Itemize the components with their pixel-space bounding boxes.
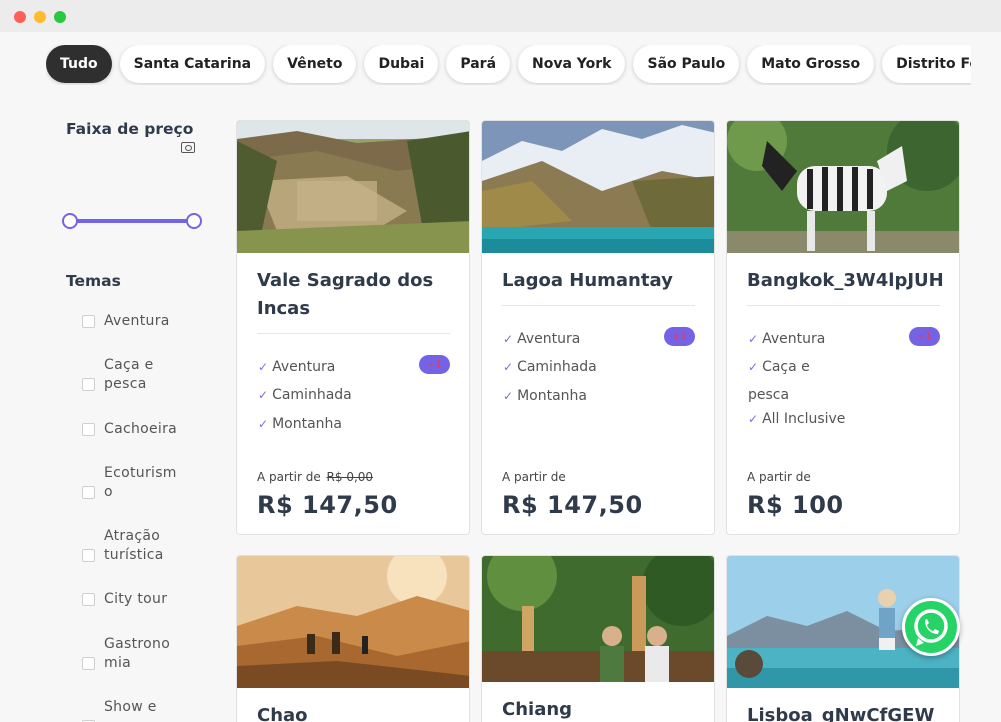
theme-label: Ecoturismo bbox=[104, 465, 177, 500]
feature-item: ✓ Caminhada bbox=[503, 359, 597, 375]
tour-title: Chiang bbox=[502, 699, 573, 720]
minimize-window-button[interactable] bbox=[34, 11, 46, 23]
more-themes-badge[interactable]: +1 bbox=[419, 355, 450, 374]
theme-label: City tour bbox=[104, 591, 168, 607]
tour-image bbox=[482, 121, 714, 253]
tour-card[interactable]: Vale Sagrado dos Incas +1 ✓ Aventura ✓ Cam… bbox=[236, 120, 470, 535]
checkbox[interactable] bbox=[82, 315, 95, 328]
theme-label: Gastronomia bbox=[104, 636, 171, 671]
feature-item: ✓ Montanha bbox=[258, 416, 342, 432]
more-themes-badge[interactable]: +1 bbox=[664, 327, 695, 346]
tour-title: Vale Sagrado dos Incas bbox=[257, 270, 434, 319]
checkbox[interactable] bbox=[82, 378, 95, 391]
theme-label: Caça e pesca bbox=[104, 357, 154, 392]
theme-option-caca-e-pesca[interactable]: Caça e pesca bbox=[82, 356, 202, 396]
tour-card[interactable]: Lagoa Humantay +1 ✓ Aventura ✓ Caminhada ✓… bbox=[481, 120, 715, 535]
theme-option-gastronomia[interactable]: Gastronomia bbox=[82, 635, 202, 675]
title-bar bbox=[0, 0, 1001, 32]
check-icon: ✓ bbox=[503, 332, 514, 346]
price-from-label: A partir de bbox=[747, 470, 811, 484]
check-icon: ✓ bbox=[748, 332, 759, 346]
chip-tudo[interactable]: Tudo bbox=[46, 45, 112, 83]
checkbox[interactable] bbox=[82, 423, 95, 436]
page-content: Tudo Santa Catarina Vêneto Dubai Pará Nova Yo… bbox=[0, 32, 1001, 722]
theme-option-show[interactable]: Show e bbox=[82, 698, 202, 722]
chip-distrito-federal[interactable]: Distrito Federal bbox=[882, 45, 971, 83]
money-icon bbox=[181, 142, 195, 153]
checkbox[interactable] bbox=[82, 549, 95, 562]
feature-item: ✓ Caminhada bbox=[258, 387, 352, 403]
feature-item: ✓ All Inclusive bbox=[748, 411, 846, 427]
tour-card[interactable]: Chao bbox=[236, 555, 470, 722]
chip-veneto[interactable]: Vêneto bbox=[273, 45, 357, 83]
maximize-window-button[interactable] bbox=[54, 11, 66, 23]
check-icon: ✓ bbox=[748, 412, 759, 426]
chip-santa-catarina[interactable]: Santa Catarina bbox=[119, 45, 266, 83]
filter-sidebar: Faixa de preço Temas Aventura Caça e pes… bbox=[62, 120, 206, 722]
chip-nova-york[interactable]: Nova York bbox=[518, 45, 626, 83]
whatsapp-icon bbox=[914, 609, 948, 646]
divider bbox=[502, 305, 695, 306]
whatsapp-button[interactable] bbox=[902, 598, 960, 656]
tour-card[interactable]: Bangkok_3W4lpJUH +1 ✓ Aventura ✓ Caça e pe… bbox=[726, 120, 960, 535]
check-icon: ✓ bbox=[258, 388, 269, 402]
theme-option-city-tour[interactable]: City tour bbox=[82, 590, 202, 610]
checkbox[interactable] bbox=[82, 593, 95, 606]
chip-mato-grosso[interactable]: Mato Grosso bbox=[747, 45, 875, 83]
destination-filter-bar: Tudo Santa Catarina Vêneto Dubai Pará Nova Yo… bbox=[46, 45, 971, 85]
feature-item: ✓ Aventura bbox=[748, 331, 826, 347]
themes-title: Temas bbox=[66, 272, 121, 290]
price-from-label: A partir de R$ 0,00 bbox=[257, 470, 374, 484]
theme-option-atracao-turistica[interactable]: Atração turística bbox=[82, 527, 202, 567]
theme-option-cachoeira[interactable]: Cachoeira bbox=[82, 420, 202, 440]
price-range-title: Faixa de preço bbox=[66, 120, 194, 138]
tour-image bbox=[727, 121, 959, 253]
theme-label: Cachoeira bbox=[104, 421, 178, 437]
tour-title: Lagoa Humantay bbox=[502, 270, 673, 291]
tour-image bbox=[482, 556, 714, 682]
theme-label: Atração turística bbox=[104, 528, 164, 563]
checkbox[interactable] bbox=[82, 486, 95, 499]
feature-item: ✓ Aventura bbox=[258, 359, 336, 375]
tour-title: Bangkok_3W4lpJUH bbox=[747, 270, 944, 291]
feature-item: ✓ Montanha bbox=[503, 388, 587, 404]
theme-option-ecoturismo[interactable]: Ecoturismo bbox=[82, 464, 202, 504]
check-icon: ✓ bbox=[748, 360, 759, 374]
tour-image bbox=[237, 121, 469, 253]
browser-window: Tudo Santa Catarina Vêneto Dubai Pará Nova Yo… bbox=[0, 0, 1001, 722]
theme-label: Show e bbox=[104, 699, 157, 715]
tour-card[interactable]: Chiang bbox=[481, 555, 715, 722]
close-window-button[interactable] bbox=[14, 11, 26, 23]
feature-item: ✓ Caça e pesca bbox=[748, 359, 810, 403]
check-icon: ✓ bbox=[258, 360, 269, 374]
slider-min-handle[interactable] bbox=[62, 213, 78, 229]
chip-para[interactable]: Pará bbox=[446, 45, 511, 83]
price-range-slider[interactable] bbox=[62, 212, 202, 230]
price-from-label: A partir de bbox=[502, 470, 566, 484]
feature-item: ✓ Aventura bbox=[503, 331, 581, 347]
slider-track bbox=[70, 219, 190, 223]
old-price: R$ 0,00 bbox=[326, 470, 374, 484]
tour-price: R$ 147,50 bbox=[257, 491, 398, 519]
tour-price: R$ 147,50 bbox=[502, 491, 643, 519]
check-icon: ✓ bbox=[503, 360, 514, 374]
slider-max-handle[interactable] bbox=[186, 213, 202, 229]
tour-image bbox=[237, 556, 469, 688]
checkbox[interactable] bbox=[82, 657, 95, 670]
divider bbox=[747, 305, 940, 306]
check-icon: ✓ bbox=[503, 389, 514, 403]
tour-title: Lisboa_gNwCfGEW bbox=[747, 705, 935, 722]
divider bbox=[257, 333, 450, 334]
tour-price: R$ 100 bbox=[747, 491, 844, 519]
theme-label: Aventura bbox=[104, 313, 170, 329]
tour-title: Chao bbox=[257, 705, 308, 722]
chip-sao-paulo[interactable]: São Paulo bbox=[633, 45, 740, 83]
check-icon: ✓ bbox=[258, 417, 269, 431]
more-themes-badge[interactable]: +1 bbox=[909, 327, 940, 346]
chip-dubai[interactable]: Dubai bbox=[364, 45, 439, 83]
theme-option-aventura[interactable]: Aventura bbox=[82, 312, 202, 332]
